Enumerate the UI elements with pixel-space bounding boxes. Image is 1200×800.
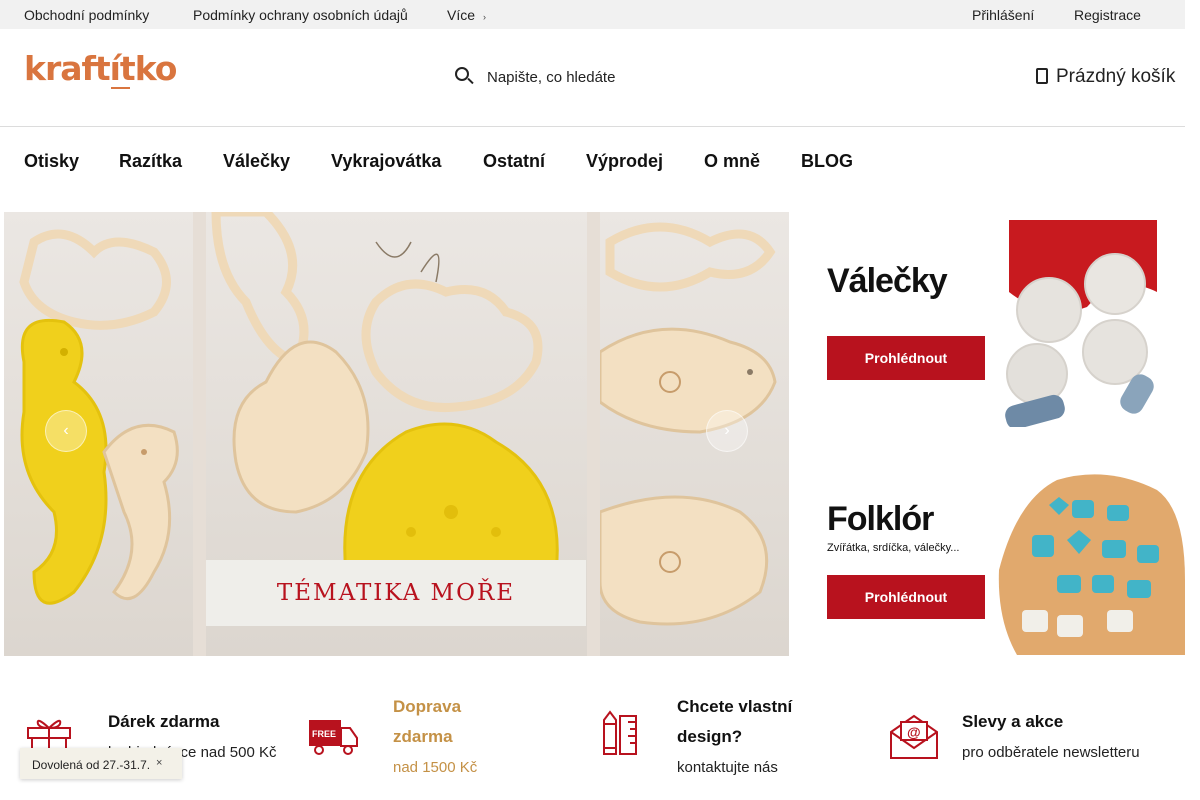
seahorse-cookie-image xyxy=(19,229,179,605)
chevron-down-icon: › xyxy=(483,12,487,22)
promo-title-folklor: Folklór xyxy=(827,500,934,538)
site-header: kraftítko Napište, co hledáte Prázdný ko… xyxy=(0,29,1185,127)
cart-icon xyxy=(1036,68,1048,84)
hero-slide-fish xyxy=(600,212,789,656)
hero-slide-seahorse xyxy=(4,212,193,656)
promo-title-valecky: Válečky xyxy=(827,262,948,300)
nav-item-vykrajovatka[interactable]: Vykrajovátka xyxy=(331,151,441,172)
svg-text:FREE: FREE xyxy=(312,729,336,739)
nav-item-ostatni[interactable]: Ostatní xyxy=(483,151,545,172)
feature-title: Dárek zdarma xyxy=(108,712,220,731)
cart-label: Prázdný košík xyxy=(1056,66,1176,87)
vacation-notice[interactable]: Dovolená od 27.-31.7. × xyxy=(20,748,182,779)
promo-button-folklor[interactable]: Prohlédnout xyxy=(827,575,985,619)
top-bar: Obchodní podmínky Podmínky ochrany osobn… xyxy=(0,0,1185,29)
nav-item-vyprodej[interactable]: Výprodej xyxy=(586,151,663,172)
feature-title: Slevy a akce xyxy=(962,712,1064,731)
feature-custom-design: Chcete vlastní design? kontaktujte nás xyxy=(600,697,870,780)
mail-envelope-icon: @ xyxy=(890,714,938,759)
main-nav: Otisky Razítka Válečky Vykrajovátka Osta… xyxy=(0,127,1185,195)
logo-accent xyxy=(111,87,130,89)
promo-button-valecky[interactable]: Prohlédnout xyxy=(827,336,985,380)
close-icon[interactable]: × xyxy=(156,757,162,769)
truck-free-icon: FREE xyxy=(309,720,358,755)
nav-item-otisky[interactable]: Otisky xyxy=(24,151,79,172)
rollers-image xyxy=(1005,220,1157,427)
more-menu[interactable]: Více › xyxy=(447,7,486,23)
search-input[interactable]: Napište, co hledáte xyxy=(487,69,615,86)
notice-text: Dovolená od 27.-31.7. xyxy=(32,758,151,772)
promo-banner-folklor[interactable]: Folklór Zvířátka, srdíčka, válečky... Pr… xyxy=(817,460,1185,660)
privacy-link[interactable]: Podmínky ochrany osobních údajů xyxy=(193,7,408,23)
login-link[interactable]: Přihlášení xyxy=(972,7,1034,23)
folklore-board-image xyxy=(998,474,1185,655)
site-logo[interactable]: kraftítko xyxy=(24,49,177,88)
search-box[interactable]: Napište, co hledáte xyxy=(455,63,785,91)
hero-slider[interactable]: TÉMATIKA MOŘE ‹ › xyxy=(4,212,789,656)
feature-newsletter: @ Slevy a akce pro odběratele newsletter… xyxy=(889,700,1179,780)
nav-item-o-mne[interactable]: O mně xyxy=(704,151,760,172)
feature-free-shipping: FREE Doprava zdarma nad 1500 Kč xyxy=(308,697,578,780)
feature-title: Chcete vlastní design? xyxy=(677,697,793,746)
svg-text:@: @ xyxy=(907,724,921,740)
nav-item-blog[interactable]: BLOG xyxy=(801,151,853,172)
slider-next-button[interactable]: › xyxy=(706,410,748,452)
promo-banner-valecky[interactable]: Válečky Prohlédnout xyxy=(817,212,1185,427)
pencil-ruler-icon xyxy=(603,710,637,755)
nav-item-razitka[interactable]: Razítka xyxy=(119,151,182,172)
fish-cookie-image xyxy=(600,222,777,626)
chevron-left-icon: ‹ xyxy=(63,422,69,439)
chevron-right-icon: › xyxy=(724,422,730,439)
promo-subtitle-folklor: Zvířátka, srdíčka, válečky... xyxy=(827,542,960,554)
search-icon[interactable] xyxy=(455,67,469,81)
slider-prev-button[interactable]: ‹ xyxy=(45,410,87,452)
register-link[interactable]: Registrace xyxy=(1074,7,1141,23)
nav-item-valecky[interactable]: Válečky xyxy=(223,151,290,172)
more-label: Více xyxy=(447,7,476,23)
feature-subtitle: nad 1500 Kč xyxy=(393,759,478,776)
feature-title: Doprava zdarma xyxy=(393,697,462,746)
hero-caption-box: TÉMATIKA MOŘE xyxy=(206,560,586,626)
feature-subtitle: kontaktujte nás xyxy=(677,759,778,776)
hero-caption: TÉMATIKA MOŘE xyxy=(276,580,516,606)
terms-link[interactable]: Obchodní podmínky xyxy=(24,7,149,23)
feature-subtitle: pro odběratele newsletteru xyxy=(962,744,1140,761)
